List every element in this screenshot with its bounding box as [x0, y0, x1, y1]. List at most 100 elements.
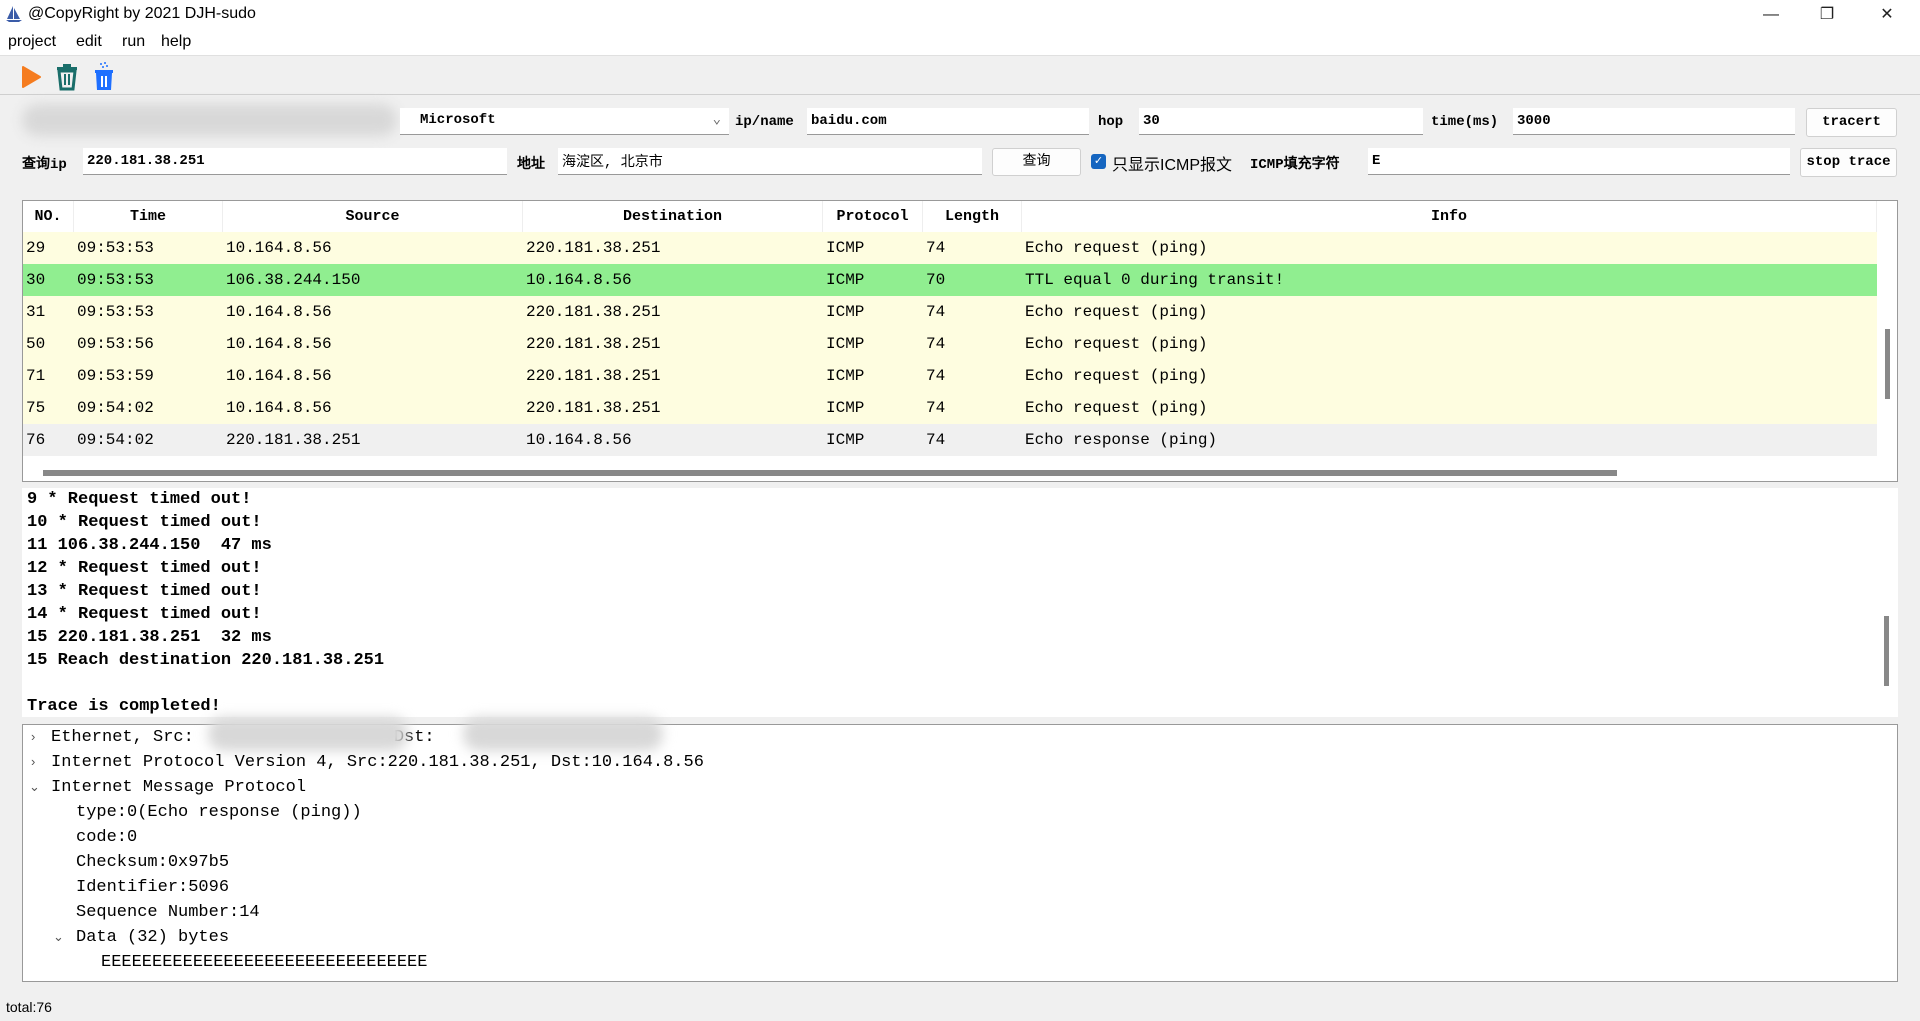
table-cell: 220.181.38.251	[226, 431, 361, 449]
column-header[interactable]: Destination	[523, 201, 823, 232]
table-cell: 31	[26, 303, 46, 321]
table-cell: ICMP	[826, 271, 865, 289]
table-row[interactable]: 71 09:53:59 10.164.8.56 220.181.38.251 ICMP 7…	[23, 360, 1877, 392]
packet-table: NO. Time Source Destination Protocol Length In…	[22, 200, 1898, 482]
table-row[interactable]: 50 09:53:56 10.164.8.56 220.181.38.251 ICMP 7…	[23, 328, 1877, 360]
table-cell: 09:53:53	[77, 303, 154, 321]
column-header[interactable]: Info	[1022, 201, 1877, 232]
tracert-button[interactable]: tracert	[1806, 108, 1897, 137]
table-row[interactable]: 76 09:54:02 220.181.38.251 10.164.8.56 ICMP 7…	[23, 424, 1877, 456]
adapter-value: Microsoft	[420, 112, 496, 128]
table-cell: ICMP	[826, 367, 865, 385]
table-cell: 09:53:53	[77, 239, 154, 257]
tree-field-sequence[interactable]: Sequence Number:14	[76, 900, 260, 925]
chevron-right-icon[interactable]: ›	[31, 729, 35, 744]
ip-name-label: ip/name	[735, 114, 794, 130]
tree-data-value[interactable]: EEEEEEEEEEEEEEEEEEEEEEEEEEEEEEEE	[101, 950, 427, 975]
query-ip-input[interactable]	[83, 148, 507, 175]
time-input[interactable]	[1513, 108, 1795, 135]
hop-input[interactable]	[1139, 108, 1423, 135]
table-cell: 10.164.8.56	[526, 271, 632, 289]
table-cell: 71	[26, 367, 46, 385]
log-line: 12 * Request timed out!	[27, 559, 262, 578]
menu-project[interactable]: project	[8, 33, 56, 51]
table-cell: 74	[926, 399, 946, 417]
icmp-only-checkbox[interactable]: ✓	[1091, 154, 1106, 169]
clear-icon[interactable]	[92, 61, 116, 91]
table-cell: Echo request (ping)	[1025, 335, 1208, 353]
address-label: 地址	[517, 157, 545, 173]
minimize-button[interactable]: —	[1748, 2, 1794, 28]
table-cell: 74	[926, 239, 946, 257]
table-cell: 220.181.38.251	[526, 399, 661, 417]
column-header[interactable]: Time	[74, 201, 223, 232]
table-cell: 76	[26, 431, 46, 449]
column-header[interactable]: Length	[923, 201, 1022, 232]
tree-icmp[interactable]: Internet Message Protocol	[51, 775, 306, 800]
log-scrollbar[interactable]	[1884, 616, 1889, 686]
tree-field-identifier[interactable]: Identifier:5096	[76, 875, 229, 900]
table-cell: 09:54:02	[77, 431, 154, 449]
table-row[interactable]: 30 09:53:53 106.38.244.150 10.164.8.56 ICMP 7…	[23, 264, 1877, 296]
table-cell: 30	[26, 271, 46, 289]
table-row[interactable]: 29 09:53:53 10.164.8.56 220.181.38.251 ICMP 7…	[23, 232, 1877, 264]
table-cell: 10.164.8.56	[226, 367, 332, 385]
tree-field-code[interactable]: code:0	[76, 825, 137, 850]
stop-trace-button[interactable]: stop trace	[1800, 148, 1897, 177]
table-cell: 10.164.8.56	[226, 239, 332, 257]
table-cell: ICMP	[826, 335, 865, 353]
table-cell: 220.181.38.251	[526, 239, 661, 257]
app-icon	[6, 6, 22, 22]
address-input[interactable]	[558, 148, 982, 175]
chevron-right-icon[interactable]: ›	[31, 754, 35, 769]
menu-help[interactable]: help	[161, 33, 191, 51]
vertical-scrollbar[interactable]	[1885, 329, 1890, 399]
column-header[interactable]: NO.	[23, 201, 74, 232]
column-header[interactable]: Source	[223, 201, 523, 232]
trash-icon[interactable]	[54, 63, 80, 91]
chevron-down-icon[interactable]: ⌄	[29, 779, 40, 795]
tree-field-checksum[interactable]: Checksum:0x97b5	[76, 850, 229, 875]
log-line: 9 * Request timed out!	[27, 490, 252, 509]
tree-ip[interactable]: Internet Protocol Version 4, Src:220.181…	[51, 750, 704, 775]
close-button[interactable]: ✕	[1864, 2, 1910, 28]
table-cell: 106.38.244.150	[226, 271, 361, 289]
chevron-down-icon: ⌄	[712, 112, 721, 128]
fill-char-input[interactable]	[1368, 148, 1790, 175]
restore-button[interactable]: ❐	[1804, 2, 1850, 28]
menu-edit[interactable]: edit	[76, 33, 102, 51]
horizontal-scrollbar[interactable]	[43, 470, 1617, 476]
table-cell: Echo request (ping)	[1025, 367, 1208, 385]
menu-run[interactable]: run	[122, 33, 145, 51]
table-cell: 10.164.8.56	[526, 431, 632, 449]
table-cell: Echo request (ping)	[1025, 303, 1208, 321]
log-line: 15 Reach destination 220.181.38.251	[27, 651, 385, 670]
table-cell: 09:53:53	[77, 271, 154, 289]
table-row[interactable]: 31 09:53:53 10.164.8.56 220.181.38.251 ICMP 7…	[23, 296, 1877, 328]
ip-name-input[interactable]	[807, 108, 1089, 135]
table-cell: 29	[26, 239, 46, 257]
table-cell: 74	[926, 367, 946, 385]
table-cell: 220.181.38.251	[526, 367, 661, 385]
fill-char-label: ICMP填充字符	[1250, 157, 1340, 173]
column-header[interactable]: Protocol	[823, 201, 923, 232]
query-ip-label: 查询ip	[22, 157, 67, 173]
title-bar: @CopyRight by 2021 DJH-sudo — ❐ ✕	[0, 0, 1920, 30]
log-line: 13 * Request timed out!	[27, 582, 262, 601]
table-cell: 10.164.8.56	[226, 303, 332, 321]
table-cell: 09:53:56	[77, 335, 154, 353]
table-cell: 70	[926, 271, 946, 289]
play-icon[interactable]	[20, 65, 42, 89]
adapter-select[interactable]: Microsoft ⌄	[400, 108, 729, 135]
table-cell: 75	[26, 399, 46, 417]
blurred-mac	[463, 717, 663, 751]
table-row[interactable]: 75 09:54:02 10.164.8.56 220.181.38.251 ICMP 7…	[23, 392, 1877, 424]
tree-field-type[interactable]: type:0(Echo response (ping))	[76, 800, 362, 825]
hop-label: hop	[1098, 114, 1124, 130]
tree-data[interactable]: Data (32) bytes	[76, 925, 229, 950]
trace-log: 9 * Request timed out! 10 * Request timed…	[22, 488, 1898, 717]
chevron-down-icon[interactable]: ⌄	[53, 929, 64, 945]
window-title: @CopyRight by 2021 DJH-sudo	[28, 5, 256, 22]
query-button[interactable]: 查询	[992, 148, 1081, 176]
log-line: 11 106.38.244.150 47 ms	[27, 536, 272, 555]
